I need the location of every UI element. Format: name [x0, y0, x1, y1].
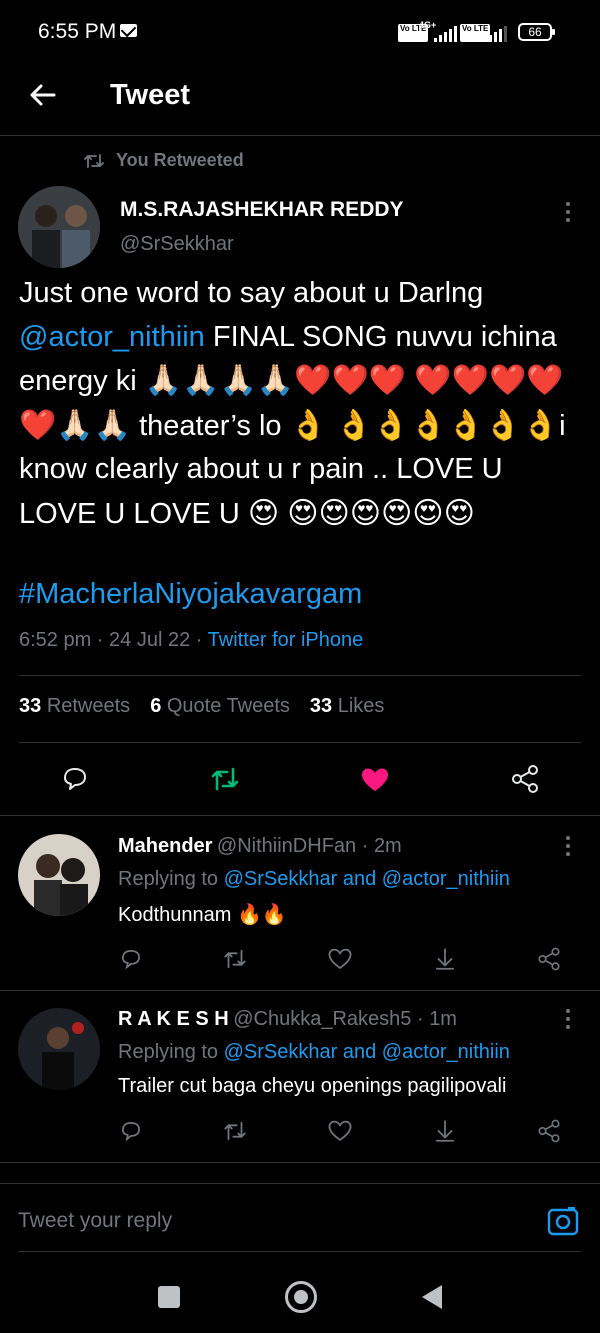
like-icon[interactable] — [327, 1118, 353, 1144]
nav-back-icon[interactable] — [420, 1283, 444, 1311]
nav-circle-icon[interactable] — [285, 1281, 317, 1313]
meta-separator: · — [91, 629, 110, 651]
tweet-time: 6:52 pm — [19, 629, 92, 651]
likes-label: Likes — [337, 695, 385, 717]
retweets-label: Retweets — [46, 695, 131, 717]
reply-text-line: Kodthunnam 🔥🔥 — [118, 902, 287, 927]
download-icon[interactable] — [432, 1118, 458, 1144]
author-avatar[interactable] — [18, 186, 100, 268]
replying-to-mentions[interactable]: @SrSekkhar and @actor_nithiin — [224, 1041, 510, 1063]
signal-sim1-icon — [434, 26, 457, 42]
divider — [0, 990, 600, 991]
page-title: Tweet — [110, 79, 191, 111]
reply-input[interactable]: Tweet your reply — [18, 1209, 172, 1233]
avatar-photo — [18, 186, 100, 268]
tweet-mention[interactable]: @actor_nithiin — [19, 321, 205, 353]
quotes-stat[interactable]: 6 Quote Tweets — [150, 695, 290, 718]
replying-to-line: Replying to @SrSekkhar and @actor_nithii… — [118, 868, 510, 891]
tweet-body: Just one word to say about u Darlng @act… — [19, 272, 584, 536]
meta-separator: · — [356, 835, 374, 857]
top-app-bar — [0, 64, 600, 136]
reply-header: R A K E S H @Chukka_Rakesh5 · 1m — [118, 1008, 457, 1031]
mail-notification-icon — [120, 24, 137, 37]
more-options-icon[interactable] — [566, 1009, 572, 1033]
reply-icon[interactable] — [118, 946, 144, 972]
emoji-love-single: 😍 — [247, 495, 280, 531]
tweet-date: 24 Jul 22 — [109, 629, 191, 651]
share-icon[interactable] — [509, 763, 541, 795]
retweet-icon — [84, 153, 104, 168]
battery-indicator: 66 — [518, 23, 555, 41]
meta-separator: · — [411, 1008, 430, 1030]
avatar-photo — [18, 834, 100, 916]
reply-icon[interactable] — [118, 1118, 144, 1144]
reply-icon[interactable] — [59, 763, 91, 795]
reply-author-name[interactable]: R A K E S H — [118, 1008, 229, 1030]
download-icon[interactable] — [432, 946, 458, 972]
tweet-source[interactable]: Twitter for iPhone — [208, 629, 364, 651]
tweet-meta: 6:52 pm · 24 Jul 22 · Twitter for iPhone — [19, 629, 363, 652]
likes-stat[interactable]: 33 Likes — [310, 695, 385, 718]
retweets-count: 33 — [19, 695, 42, 717]
like-icon[interactable] — [327, 946, 353, 972]
reply-author-handle[interactable]: @NithiinDHFan — [217, 835, 356, 857]
meta-separator: · — [190, 629, 208, 651]
reply-emoji: 🔥🔥 — [236, 902, 287, 926]
divider — [19, 675, 581, 676]
quotes-label: Quote Tweets — [166, 695, 290, 717]
signal-sim2-icon — [484, 26, 507, 42]
retweeted-label: You Retweeted — [116, 150, 244, 170]
divider — [18, 1251, 581, 1252]
reply-age: 2m — [373, 835, 402, 857]
replying-to-prefix: Replying to — [118, 868, 224, 890]
more-options-icon[interactable] — [566, 836, 572, 860]
replying-to-line: Replying to @SrSekkhar and @actor_nithii… — [118, 1041, 510, 1064]
reply-header: Mahender @NithiinDHFan · 2m — [118, 835, 402, 858]
author-handle[interactable]: @SrSekkhar — [120, 233, 234, 256]
author-name[interactable]: M.S.RAJASHEKHAR REDDY — [120, 198, 404, 222]
reply-age: 1m — [429, 1008, 457, 1030]
retweet-active-icon[interactable] — [209, 763, 241, 795]
more-options-icon[interactable] — [566, 202, 572, 226]
divider — [19, 742, 581, 743]
back-arrow-icon[interactable] — [28, 80, 58, 110]
replying-to-prefix: Replying to — [118, 1041, 224, 1063]
reply-avatar[interactable] — [18, 834, 100, 916]
emoji-ok-single: 👌 — [289, 407, 327, 443]
replying-to-mentions[interactable]: @SrSekkhar and @actor_nithiin — [224, 868, 510, 890]
retweets-stat[interactable]: 33 Retweets — [19, 695, 130, 718]
camera-icon[interactable] — [546, 1206, 580, 1238]
tweet-stats: 33 Retweets 6 Quote Tweets 33 Likes — [19, 695, 384, 718]
like-active-icon[interactable] — [359, 764, 391, 796]
reply-avatar[interactable] — [18, 1008, 100, 1090]
quotes-count: 6 — [150, 695, 162, 717]
retweet-icon[interactable] — [222, 1118, 248, 1144]
emoji-love-row: 😍😍😍😍😍😍 — [287, 495, 475, 531]
tweet-text-part3: theater’s lo — [131, 409, 290, 442]
retweeted-indicator: You Retweeted — [84, 150, 244, 171]
divider — [0, 1162, 600, 1163]
share-icon[interactable] — [536, 1118, 562, 1144]
likes-count: 33 — [309, 695, 333, 717]
tweet-text-part1: Just one word to say about u Darlng — [19, 277, 484, 309]
divider — [0, 815, 600, 816]
avatar-photo — [18, 1008, 100, 1090]
tweet-hashtag[interactable]: #MacherlaNiyojakavargam — [19, 578, 362, 611]
nav-square-icon[interactable] — [158, 1286, 180, 1308]
share-icon[interactable] — [536, 946, 562, 972]
status-time: 6:55 PM — [38, 20, 117, 43]
emoji-ok-row: 👌👌👌👌👌👌 — [335, 407, 560, 443]
reply-text: Kodthunnam — [118, 904, 232, 926]
retweet-icon[interactable] — [222, 946, 248, 972]
reply-author-name[interactable]: Mahender — [118, 835, 212, 857]
reply-text: Trailer cut baga cheyu openings pagilipo… — [118, 1075, 507, 1097]
emoji-line-1: 🙏🏻🙏🏻🙏🏻🙏🏻❤️❤️❤️ — [144, 363, 407, 398]
reply-author-handle[interactable]: @Chukka_Rakesh5 — [233, 1008, 411, 1030]
